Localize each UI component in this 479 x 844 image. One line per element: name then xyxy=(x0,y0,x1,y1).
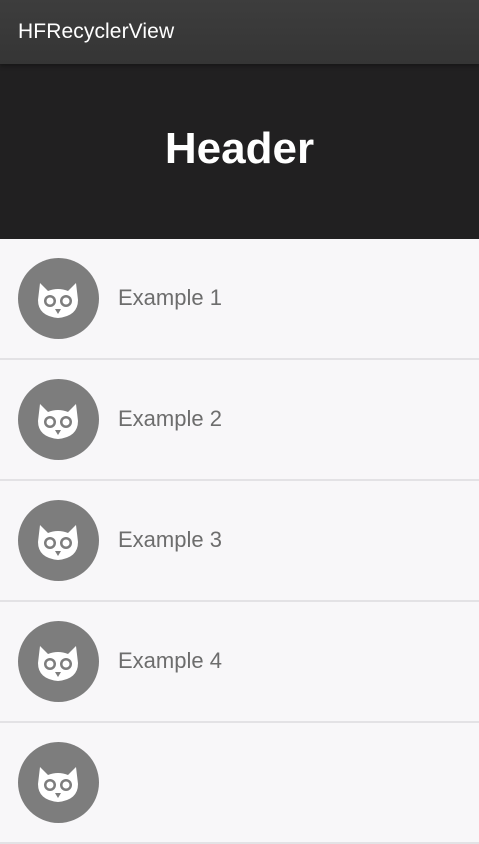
header-title: Header xyxy=(164,123,315,173)
list-item[interactable]: Example 2 xyxy=(0,360,479,481)
owl-icon xyxy=(18,500,99,581)
list-item-label: Example 3 xyxy=(118,527,222,552)
list-item-label: Example 1 xyxy=(118,285,222,310)
owl-icon xyxy=(18,621,99,702)
app-bar: HFRecyclerView xyxy=(0,0,479,64)
owl-icon xyxy=(18,258,99,339)
list-item-label: Example 4 xyxy=(118,648,222,673)
list-item-label: Example 2 xyxy=(118,406,222,431)
list-item[interactable]: Example 1 xyxy=(0,239,479,360)
app-title: HFRecyclerView xyxy=(18,20,175,43)
owl-icon xyxy=(18,742,99,823)
owl-icon xyxy=(18,379,99,460)
list-item[interactable]: Example 3 xyxy=(0,481,479,602)
list-item[interactable]: Example 4 xyxy=(0,602,479,723)
recycler-list[interactable]: Example 1 Example 2 Example 3 Example 4 xyxy=(0,239,479,844)
list-header: Header xyxy=(0,64,479,239)
list-item[interactable] xyxy=(0,723,479,844)
